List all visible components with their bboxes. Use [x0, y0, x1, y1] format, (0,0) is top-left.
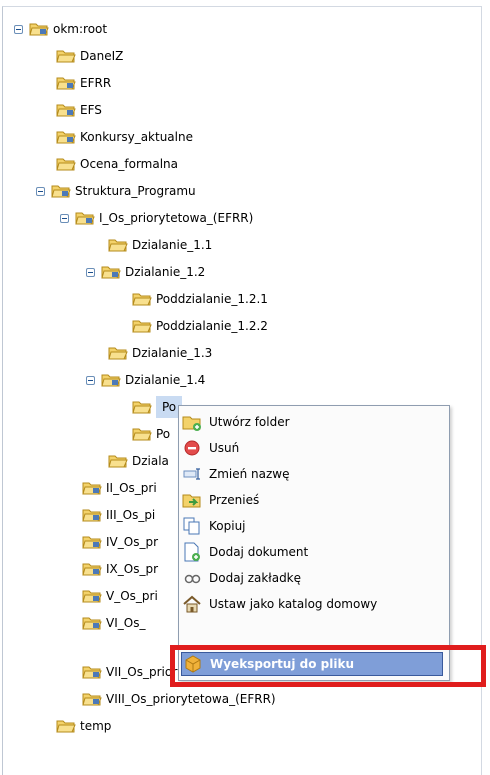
- folder-icon: [56, 104, 76, 117]
- tree-node[interactable]: II_Os_pri: [82, 477, 157, 499]
- tree-node[interactable]: VI_Os_: [82, 612, 145, 634]
- folder-icon: [56, 131, 76, 144]
- tree-node[interactable]: Dzialanie_1.1: [108, 234, 212, 256]
- tree-node[interactable]: III_Os_pi: [82, 504, 155, 526]
- folder-icon: [82, 482, 102, 495]
- menu-item-set-home[interactable]: Ustaw jako katalog domowy: [181, 592, 443, 616]
- tree-node[interactable]: temp: [56, 715, 111, 737]
- folder-icon: [75, 212, 95, 225]
- context-menu: Utwórz folder Usuń Zmień nazwę Przenieś …: [178, 405, 450, 681]
- menu-item-rename[interactable]: Zmień nazwę: [181, 462, 443, 486]
- rename-icon: [183, 468, 200, 480]
- menu-item-add-bookmark[interactable]: Dodaj zakładkę: [181, 566, 443, 590]
- collapse-icon[interactable]: [36, 186, 45, 196]
- folder-icon: [82, 590, 102, 603]
- collapse-icon[interactable]: [86, 375, 95, 385]
- tree-node[interactable]: Dziala: [108, 450, 169, 472]
- menu-item-copy[interactable]: Kopiuj: [181, 514, 443, 538]
- tree-node[interactable]: DaneIZ: [56, 45, 123, 67]
- tree-node[interactable]: IV_Os_pr: [82, 531, 158, 553]
- tree-node-selected[interactable]: Po: [132, 396, 183, 418]
- tree-node[interactable]: EFRR: [56, 72, 111, 94]
- tree-node[interactable]: I_Os_priorytetowa_(EFRR): [60, 207, 253, 229]
- bookmark-icon: [184, 574, 201, 584]
- tree-node[interactable]: Konkursy_aktualne: [56, 126, 193, 148]
- tree-node-root[interactable]: okm:root: [14, 18, 107, 40]
- home-icon: [183, 595, 201, 613]
- folder-icon: [56, 77, 76, 90]
- copy-icon: [183, 517, 200, 535]
- folder-icon: [101, 266, 121, 279]
- folder-icon: [108, 455, 128, 468]
- tree-node[interactable]: Dzialanie_1.2: [86, 261, 205, 283]
- add-document-icon: [184, 542, 200, 562]
- new-folder-icon: [182, 416, 201, 431]
- tree-node[interactable]: Struktura_Programu: [36, 180, 196, 202]
- folder-icon: [132, 293, 152, 306]
- folder-icon: [132, 428, 152, 441]
- folder-icon: [82, 666, 102, 679]
- tree-node[interactable]: Po: [132, 423, 170, 445]
- collapse-icon[interactable]: [86, 267, 95, 277]
- tree-node[interactable]: V_Os_pri: [82, 585, 158, 607]
- folder-icon: [132, 320, 152, 333]
- tree-node[interactable]: Dzialanie_1.3: [108, 342, 212, 364]
- folder-icon: [51, 185, 71, 198]
- menu-item-move[interactable]: Przenieś: [181, 488, 443, 512]
- collapse-icon[interactable]: [60, 213, 69, 223]
- folder-icon: [101, 374, 121, 387]
- tree-node[interactable]: Poddzialanie_1.2.2: [132, 315, 268, 337]
- menu-item-add-document[interactable]: Dodaj dokument: [181, 540, 443, 564]
- folder-icon: [82, 536, 102, 549]
- folder-icon: [82, 617, 102, 630]
- tree-node[interactable]: Ocena_formalna: [56, 153, 178, 175]
- folder-icon: [108, 239, 128, 252]
- tree-node[interactable]: VIII_Os_priorytetowa_(EFRR): [82, 688, 276, 710]
- folder-icon: [82, 509, 102, 522]
- folder-icon: [56, 158, 76, 171]
- tree-node[interactable]: Dzialanie_1.4: [86, 369, 205, 391]
- folder-icon: [82, 693, 102, 706]
- menu-item-delete[interactable]: Usuń: [181, 436, 443, 460]
- folder-icon: [56, 50, 76, 63]
- folder-icon: [82, 563, 102, 576]
- tree-node[interactable]: EFS: [56, 99, 102, 121]
- tree-node[interactable]: Poddzialanie_1.2.1: [132, 288, 268, 310]
- folder-icon: [108, 347, 128, 360]
- folder-icon: [132, 401, 152, 414]
- folder-icon: [56, 720, 76, 733]
- highlight-box: [170, 645, 486, 687]
- move-icon: [182, 494, 201, 508]
- delete-icon: [184, 440, 200, 456]
- collapse-icon[interactable]: [14, 24, 23, 34]
- menu-item-create-folder[interactable]: Utwórz folder: [181, 410, 443, 434]
- tree-node[interactable]: IX_Os_pr: [82, 558, 158, 580]
- folder-open-icon: [29, 23, 49, 36]
